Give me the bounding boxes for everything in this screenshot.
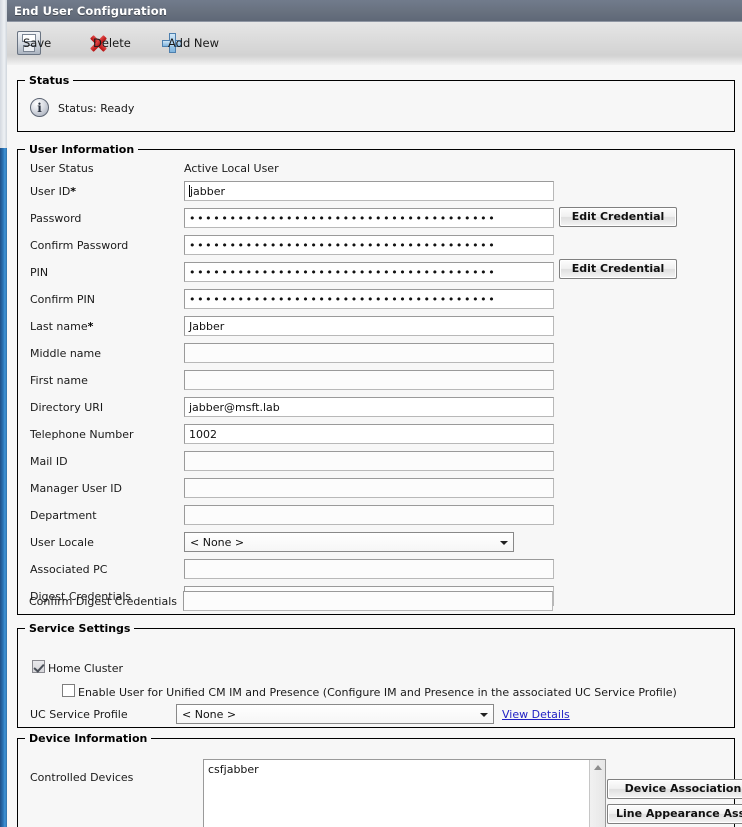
directory-uri-label: Directory URI	[30, 401, 104, 414]
delete-button[interactable]: Delete	[87, 29, 131, 57]
user-information-legend: User Information	[25, 143, 139, 156]
confirm-pin-value: ••••••••••••••••••••••••••••••••••••••	[189, 293, 497, 306]
scroll-up-arrow-icon[interactable]	[594, 765, 602, 770]
middle-name-label: Middle name	[30, 347, 102, 360]
confirm-pin-input[interactable]: ••••••••••••••••••••••••••••••••••••••	[184, 289, 554, 309]
add-new-button-label: Add New	[168, 36, 220, 50]
chevron-down-icon	[500, 541, 508, 545]
controlled-devices-scrollbar[interactable]	[589, 760, 605, 827]
password-value: ••••••••••••••••••••••••••••••••••••••	[189, 212, 497, 225]
associated-pc-label: Associated PC	[30, 563, 108, 576]
save-button[interactable]: Save	[17, 29, 51, 57]
manager-user-id-input[interactable]	[184, 478, 554, 498]
confirm-password-value: ••••••••••••••••••••••••••••••••••••••	[189, 239, 497, 252]
pin-label: PIN	[30, 266, 49, 279]
enable-im-presence-checkbox[interactable]	[62, 684, 75, 697]
left-rail-top	[0, 0, 7, 148]
window-title-bar: End User Configuration	[7, 0, 742, 22]
action-toolbar: Save Delete Add New	[7, 22, 742, 66]
last-name-label: Last name*	[30, 320, 94, 333]
info-icon: i	[30, 98, 49, 117]
department-input[interactable]	[184, 505, 554, 525]
enable-im-presence-label: Enable User for Unified CM IM and Presen…	[78, 686, 677, 699]
confirm-digest-credentials-label: Confirm Digest Credentials	[29, 595, 178, 608]
middle-name-input[interactable]	[184, 343, 554, 363]
edit-credential-password-button[interactable]: Edit Credential	[559, 207, 677, 227]
status-text: Status: Ready	[58, 102, 135, 115]
view-details-link[interactable]: View Details	[502, 708, 570, 721]
user-status-value: Active Local User	[184, 162, 279, 175]
confirm-pin-label: Confirm PIN	[30, 293, 95, 306]
left-rail-accent	[0, 148, 7, 827]
home-cluster-label: Home Cluster	[48, 662, 124, 675]
required-marker: *	[87, 320, 94, 333]
controlled-devices-listbox[interactable]: csfjabber	[203, 759, 606, 827]
password-input[interactable]: ••••••••••••••••••••••••••••••••••••••	[184, 208, 554, 228]
telephone-number-label: Telephone Number	[30, 428, 134, 441]
confirm-password-label: Confirm Password	[30, 239, 129, 252]
form-content: Status i Status: Ready User Information …	[7, 65, 742, 827]
telephone-number-input[interactable]: 1002	[184, 424, 554, 444]
status-group: Status i Status: Ready	[17, 74, 735, 132]
user-locale-label: User Locale	[30, 536, 94, 549]
user-id-label: User ID*	[30, 185, 77, 198]
associated-pc-input[interactable]	[184, 559, 554, 579]
required-marker: *	[70, 185, 77, 198]
user-locale-value: < None >	[190, 536, 245, 549]
delete-button-label: Delete	[93, 36, 131, 50]
user-id-value: jabber	[190, 185, 226, 198]
last-name-value: Jabber	[189, 320, 225, 333]
service-settings-group: Service Settings Home Cluster Enable Use…	[17, 622, 735, 728]
uc-service-profile-label: UC Service Profile	[30, 708, 128, 721]
device-association-button[interactable]: Device Association	[607, 779, 742, 799]
mail-id-input[interactable]	[184, 451, 554, 471]
service-settings-legend: Service Settings	[25, 622, 135, 635]
device-information-legend: Device Information	[25, 732, 152, 745]
device-information-group: Device Information Controlled Devices cs…	[17, 732, 742, 827]
last-name-input[interactable]: Jabber	[184, 316, 554, 336]
mail-id-label: Mail ID	[30, 455, 68, 468]
directory-uri-input[interactable]: jabber@msft.lab	[184, 397, 554, 417]
chevron-down-icon	[480, 713, 488, 717]
telephone-number-value: 1002	[189, 428, 217, 441]
confirm-password-input[interactable]: ••••••••••••••••••••••••••••••••••••••	[184, 235, 554, 255]
department-label: Department	[30, 509, 97, 522]
status-group-legend: Status	[25, 74, 74, 87]
home-cluster-checkbox[interactable]	[32, 660, 45, 673]
user-locale-select[interactable]: < None >	[184, 532, 514, 552]
page-title: End User Configuration	[14, 4, 167, 18]
add-new-button[interactable]: Add New	[162, 29, 219, 57]
user-information-group: User Information User Status Active Loca…	[17, 143, 735, 615]
first-name-label: First name	[30, 374, 88, 387]
password-label: Password	[30, 212, 82, 225]
line-appearance-association-button[interactable]: Line Appearance Ass	[607, 804, 742, 824]
save-button-label: Save	[23, 36, 52, 50]
pin-value: ••••••••••••••••••••••••••••••••••••••	[189, 266, 497, 279]
pin-input[interactable]: ••••••••••••••••••••••••••••••••••••••	[184, 262, 554, 282]
edit-credential-pin-button[interactable]: Edit Credential	[559, 259, 677, 279]
directory-uri-value: jabber@msft.lab	[189, 401, 280, 414]
end-user-configuration-page: End User Configuration Save Delete Add N…	[0, 0, 742, 827]
controlled-devices-item[interactable]: csfjabber	[208, 763, 601, 776]
user-id-input[interactable]: jabber	[184, 181, 554, 201]
uc-service-profile-value: < None >	[182, 708, 237, 721]
controlled-devices-label: Controlled Devices	[30, 771, 134, 784]
first-name-input[interactable]	[184, 370, 554, 390]
manager-user-id-label: Manager User ID	[30, 482, 122, 495]
confirm-digest-credentials-input[interactable]	[183, 591, 553, 611]
user-status-label: User Status	[30, 162, 94, 175]
uc-service-profile-select[interactable]: < None >	[176, 704, 494, 724]
